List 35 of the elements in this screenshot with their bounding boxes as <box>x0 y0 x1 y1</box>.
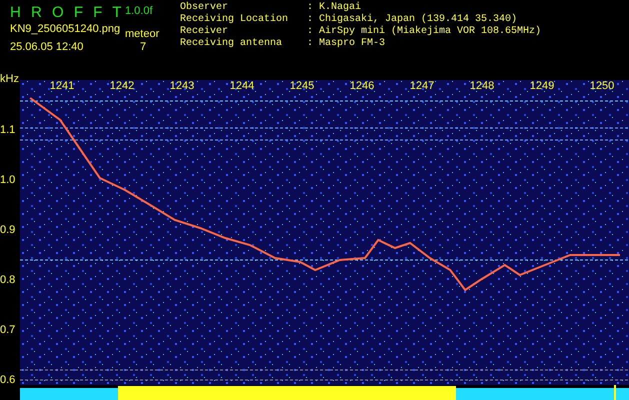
axis-tick-label: 1241 <box>50 80 74 92</box>
axis-tick-label: 0.6 <box>0 374 16 386</box>
info-label: Observer <box>180 2 230 14</box>
app-title: H R O F F T <box>10 4 124 22</box>
axis-tick-label: 0.9 <box>0 224 16 236</box>
axis-tick-label: 1246 <box>350 80 374 92</box>
separator: : <box>307 38 314 50</box>
axis-tick-label: 1248 <box>470 80 494 92</box>
info-label: Receiving antenna <box>180 38 284 50</box>
info-value: Chigasaki, Japan (139.414 35.340) <box>319 14 518 26</box>
axis-tick-label: 1.0 <box>0 174 16 186</box>
info-value: Maspro FM-3 <box>319 38 386 50</box>
axis-tick-label: 1247 <box>410 80 434 92</box>
info-label: Receiving Location <box>180 14 290 26</box>
info-label: Receiver <box>180 26 230 38</box>
axis-tick-label: 1242 <box>110 80 134 92</box>
axis-tick-label: 1.1 <box>0 124 16 136</box>
axis-tick-label: 0.8 <box>0 274 16 286</box>
axis-tick-label: 1244 <box>230 80 254 92</box>
axis-unit: kHz <box>0 73 19 85</box>
meteor-label: meteor <box>125 27 160 41</box>
meteor-count: 7 <box>140 40 146 54</box>
file-name: KN9_2506051240.png <box>10 22 120 36</box>
version-label: 1.0.0f <box>125 4 153 18</box>
separator: : <box>307 14 314 26</box>
axis-tick-label: 0.7 <box>0 324 16 336</box>
info-value: K.Nagai <box>319 2 362 14</box>
axis-tick-label: 1250 <box>590 80 614 92</box>
info-value: AirSpy mini (Miakejima VOR 108.65MHz) <box>319 26 542 38</box>
timestamp: 25.06.05 12:40 <box>10 40 84 54</box>
axis-tick-label: 1245 <box>290 80 314 92</box>
axis-tick-label: 1249 <box>530 80 554 92</box>
separator: : <box>307 2 314 14</box>
axis-tick-label: 1243 <box>170 80 194 92</box>
separator: : <box>307 26 314 38</box>
